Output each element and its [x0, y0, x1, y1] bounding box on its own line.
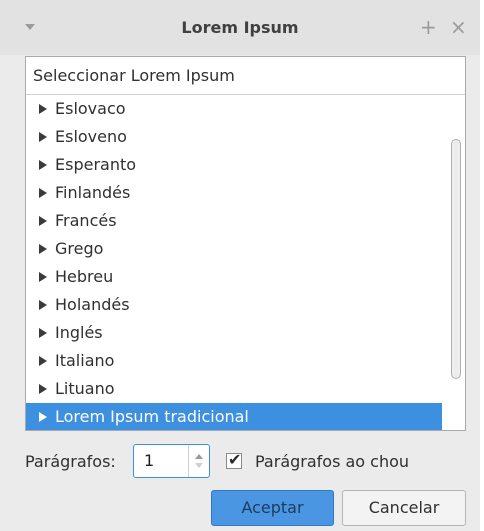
list-column-header[interactable]: Seleccionar Lorem Ipsum	[26, 57, 465, 95]
expander-triangle-icon[interactable]	[39, 104, 47, 114]
spin-up-icon[interactable]	[195, 454, 203, 459]
list-item[interactable]: Inglés	[26, 319, 446, 347]
list-item[interactable]: Francés	[26, 207, 446, 235]
list-item-label: Francés	[55, 211, 117, 230]
lorem-ipsum-dialog: Lorem Ipsum + × Seleccionar Lorem Ipsum …	[0, 0, 480, 531]
list-item[interactable]: Holandés	[26, 291, 446, 319]
expander-triangle-icon[interactable]	[39, 244, 47, 254]
list-item-label: Hebreu	[55, 267, 114, 286]
expander-triangle-icon[interactable]	[39, 160, 47, 170]
list-item[interactable]: Hebreu	[26, 263, 446, 291]
accept-button[interactable]: Aceptar	[211, 490, 334, 526]
lorem-ipsum-list[interactable]: Seleccionar Lorem Ipsum Eslovaco Esloven…	[25, 56, 466, 431]
list-item[interactable]: Lituano	[26, 375, 446, 403]
scrollbar-thumb[interactable]	[451, 139, 461, 379]
list-item[interactable]: Italiano	[26, 347, 446, 375]
spin-buttons	[188, 445, 210, 477]
list-item-label: Grego	[55, 239, 104, 258]
expander-triangle-icon[interactable]	[39, 384, 47, 394]
list-item-label: Esperanto	[55, 155, 137, 174]
paragraphs-label: Parágrafos:	[25, 452, 116, 471]
list-item-label: Lorem Ipsum tradicional	[55, 407, 249, 426]
expander-triangle-icon[interactable]	[39, 412, 47, 422]
list-item-label: Esloveno	[55, 127, 127, 146]
vertical-scrollbar[interactable]	[447, 95, 465, 430]
expander-triangle-icon[interactable]	[39, 216, 47, 226]
expander-triangle-icon[interactable]	[39, 300, 47, 310]
expander-triangle-icon[interactable]	[39, 272, 47, 282]
list-item[interactable]: Esperanto	[26, 151, 446, 179]
expander-triangle-icon[interactable]	[39, 328, 47, 338]
paragraphs-checkbox-label[interactable]: Parágrafos ao chou	[255, 452, 409, 471]
spin-down-icon[interactable]	[195, 463, 203, 468]
list-item-label: Holandés	[55, 295, 130, 314]
paragraphs-value[interactable]: 1	[144, 445, 154, 477]
expander-triangle-icon[interactable]	[39, 356, 47, 366]
list-item-selected[interactable]: Lorem Ipsum tradicional	[26, 403, 442, 430]
list-item-label: Inglés	[55, 323, 103, 342]
paragraphs-checkbox[interactable]: ✔	[226, 450, 242, 469]
list-item[interactable]: Grego	[26, 235, 446, 263]
list-item-label: Eslovaco	[55, 99, 126, 118]
list-item-label: Finlandés	[55, 183, 131, 202]
list-item-label: Lituano	[55, 379, 115, 398]
list-item-label: Italiano	[55, 351, 115, 370]
checkmark-icon: ✔	[228, 450, 242, 469]
expander-triangle-icon[interactable]	[39, 188, 47, 198]
list-item[interactable]: Esloveno	[26, 123, 446, 151]
close-icon[interactable]: ×	[450, 0, 467, 55]
list-item[interactable]: Finlandés	[26, 179, 446, 207]
title-bar: Lorem Ipsum + ×	[0, 0, 480, 55]
pin-icon[interactable]: +	[420, 0, 437, 55]
expander-triangle-icon[interactable]	[39, 132, 47, 142]
cancel-button[interactable]: Cancelar	[342, 490, 466, 526]
window-title: Lorem Ipsum	[181, 18, 299, 37]
paragraphs-spinbox[interactable]: 1	[133, 444, 210, 478]
list-item[interactable]: Eslovaco	[26, 95, 446, 123]
